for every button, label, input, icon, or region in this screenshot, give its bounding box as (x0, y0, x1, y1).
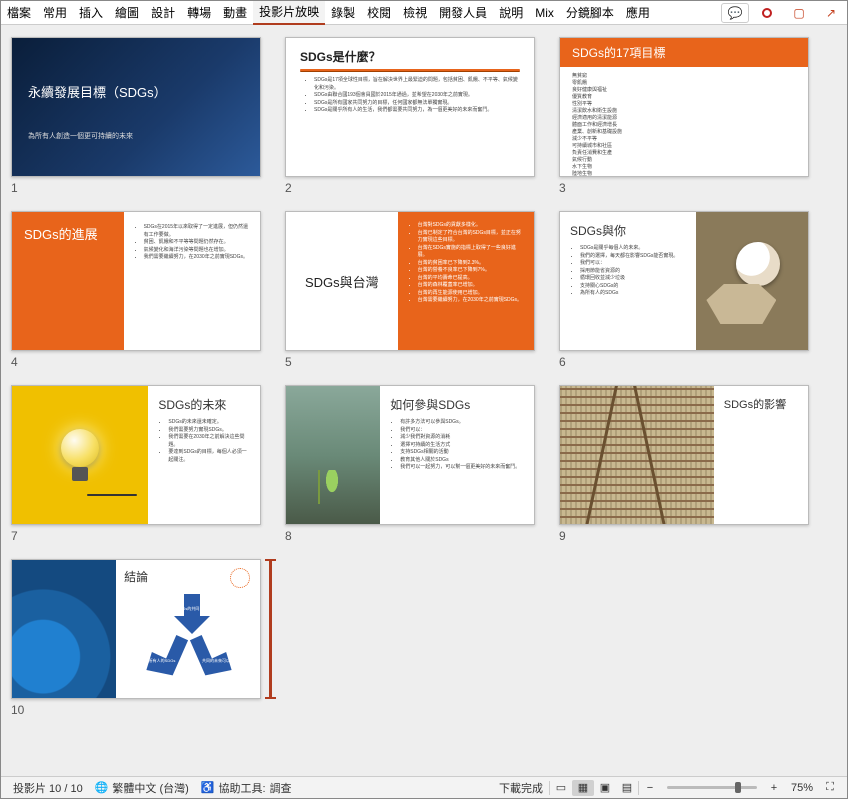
lightbulb-image (12, 386, 148, 524)
ribbon: 檔案 常用 插入 繪圖 設計 轉場 動畫 投影片放映 錄製 校閱 檢視 開發人員… (1, 1, 847, 25)
end-of-slideshow-marker (269, 559, 272, 699)
sprout-image (286, 386, 380, 524)
accessibility-icon: ♿ (201, 781, 215, 794)
language-button[interactable]: 🌐繁體中文 (台灣) (89, 780, 195, 796)
slide-title: 永續發展目標（SDGs） (28, 82, 244, 101)
slide-number: 8 (285, 529, 535, 543)
slide-subtitle: 為所有人創造一個更可持續的未來 (28, 131, 244, 141)
share-button[interactable]: ↗ (817, 3, 845, 23)
slide-number: 1 (11, 181, 261, 195)
slide-title: SDGs是什麼？ (300, 48, 520, 65)
tab-animations[interactable]: 動畫 (217, 1, 253, 25)
slide-bullets: 台灣對SDGs的貢獻多樣化。台灣已制定了符合台灣的SDGs目標，並正在努力實現這… (408, 222, 524, 305)
zoom-out-button[interactable]: − (639, 780, 661, 796)
tab-transitions[interactable]: 轉場 (181, 1, 217, 25)
tab-record[interactable]: 錄製 (325, 1, 361, 25)
slide-title: SDGs與你 (570, 222, 686, 239)
slide-title: SDGs的17項目標 (560, 38, 808, 67)
tab-storyboard[interactable]: 分鏡腳本 (560, 1, 620, 25)
slide-number: 4 (11, 355, 261, 369)
tab-insert[interactable]: 插入 (73, 1, 109, 25)
slide-sorter[interactable]: 永續發展目標（SDGs） 為所有人創造一個更可持續的未來 1 SDGs是什麼？ … (1, 25, 847, 776)
normal-view-icon: ▭ (556, 781, 566, 794)
download-status[interactable]: 下載完成 (493, 780, 549, 796)
svg-text:為所有人的SDGs: 為所有人的SDGs (145, 657, 176, 663)
slide-title: 如何參與SDGs (390, 396, 524, 413)
slide-8[interactable]: 如何參與SDGs 有許多方法可以參與SDGs。我們可以：減少我們對資源的消耗選擇… (285, 385, 535, 543)
tab-developer[interactable]: 開發人員 (433, 1, 493, 25)
tab-design[interactable]: 設計 (145, 1, 181, 25)
zoom-in-button[interactable]: + (763, 780, 785, 796)
sorter-view-button[interactable]: ▦ (572, 780, 594, 796)
slide-number: 10 (11, 703, 261, 717)
slide-3[interactable]: SDGs的17項目標 無貧窮 零飢餓 良好健康與福祉 優質教育 性別平等 清潔飲… (559, 37, 809, 195)
tab-review[interactable]: 校閱 (361, 1, 397, 25)
present-button[interactable]: ▢ (785, 3, 813, 23)
tab-home[interactable]: 常用 (37, 1, 73, 25)
coffee-image (696, 212, 808, 350)
zoom-percent[interactable]: 75% (785, 782, 819, 794)
comment-icon: 💬 (728, 6, 743, 20)
slide-body: 無貧窮 零飢餓 良好健康與福祉 優質教育 性別平等 清潔飲水和衛生設施 經濟適用… (560, 67, 808, 177)
tab-view[interactable]: 檢視 (397, 1, 433, 25)
record-button[interactable] (753, 3, 781, 23)
share-icon: ↗ (826, 6, 836, 20)
sorter-view-icon: ▦ (578, 781, 588, 794)
slide-number: 3 (559, 181, 809, 195)
fit-to-window-button[interactable]: ⛶ (819, 780, 841, 796)
comment-button[interactable]: 💬 (721, 3, 749, 23)
slide-number: 5 (285, 355, 535, 369)
tab-apply[interactable]: 應用 (620, 1, 656, 25)
slide-number: 7 (11, 529, 261, 543)
slide-6[interactable]: SDGs與你 SDGs是關乎每個人的未來。我們的選擇，每天都在影響SDGs能否實… (559, 211, 809, 369)
slide-title: SDGs的影響 (724, 396, 798, 412)
svg-text:SDGs的共同目標: SDGs的共同目標 (177, 605, 208, 611)
slide-9[interactable]: SDGs的影響 9 (559, 385, 809, 543)
slide-title: SDGs與台灣 (286, 212, 398, 350)
reading-view-icon: ▣ (600, 781, 610, 794)
slide-2[interactable]: SDGs是什麼？ SDGs是17項全球性目標，旨在解決世界上最緊迫的問題，包括貧… (285, 37, 535, 195)
slide-4[interactable]: SDGs的進展 SDGs在2015年以來取得了一定進展，但仍然還有工作要做。貧困… (11, 211, 261, 369)
accessibility-button[interactable]: ♿協助工具: 調查 (195, 780, 298, 796)
record-icon (762, 8, 772, 18)
slide-counter[interactable]: 投影片 10 / 10 (7, 780, 89, 796)
slide-number: 9 (559, 529, 809, 543)
circles-graphic (12, 560, 116, 698)
slide-number: 2 (285, 181, 535, 195)
language-icon: 🌐 (95, 781, 109, 794)
slide-1[interactable]: 永續發展目標（SDGs） 為所有人創造一個更可持續的未來 1 (11, 37, 261, 195)
slide-title: SDGs的未來 (158, 396, 250, 413)
slide-bullets: SDGs是17項全球性目標，旨在解決世界上最緊迫的問題，包括貧困、飢餓、不平等、… (300, 77, 520, 115)
slide-number: 6 (559, 355, 809, 369)
slide-bullets: SDGs在2015年以來取得了一定進展，但仍然還有工作要做。貧困、飢餓和不平等等… (134, 224, 250, 262)
fit-icon: ⛶ (826, 781, 834, 794)
present-icon: ▢ (793, 6, 804, 20)
slide-bullets: SDGs是關乎每個人的未來。我們的選擇，每天都在影響SDGs能否實現。我們可以：… (570, 245, 686, 298)
slideshow-view-button[interactable]: ▤ (616, 780, 638, 796)
tab-help[interactable]: 說明 (493, 1, 529, 25)
tab-draw[interactable]: 繪圖 (109, 1, 145, 25)
arrows-diagram: SDGs的共同目標 為所有人的SDGs 共同的未來可以改變 (124, 586, 254, 686)
zoom-slider[interactable] (667, 786, 757, 789)
status-bar: 投影片 10 / 10 🌐繁體中文 (台灣) ♿協助工具: 調查 下載完成 ▭ … (1, 776, 847, 798)
normal-view-button[interactable]: ▭ (550, 780, 572, 796)
railroad-image (560, 386, 714, 524)
slide-10[interactable]: 結論 SDGs的共同目標 為所有人的SDGs 共同的未來可以改變 10 (11, 559, 261, 717)
slide-title: SDGs的進展 (12, 212, 124, 350)
tab-slideshow[interactable]: 投影片放映 (253, 1, 325, 25)
slide-bullets: SDGs的未來還未確定。我們需要努力實現SDGs。我們需要在2030年之前解決這… (158, 419, 250, 464)
slide-5[interactable]: SDGs與台灣 台灣對SDGs的貢獻多樣化。台灣已制定了符合台灣的SDGs目標，… (285, 211, 535, 369)
slideshow-view-icon: ▤ (622, 781, 632, 794)
slide-7[interactable]: SDGs的未來 SDGs的未來還未確定。我們需要努力實現SDGs。我們需要在20… (11, 385, 261, 543)
dotted-circle-icon (230, 568, 250, 588)
slide-bullets: 有許多方法可以參與SDGs。我們可以：減少我們對資源的消耗選擇可持續的生活方式支… (390, 419, 524, 472)
svg-text:共同的未來可以改變: 共同的未來可以改變 (202, 657, 238, 663)
reading-view-button[interactable]: ▣ (594, 780, 616, 796)
tab-file[interactable]: 檔案 (1, 1, 37, 25)
tab-mix[interactable]: Mix (529, 1, 560, 25)
